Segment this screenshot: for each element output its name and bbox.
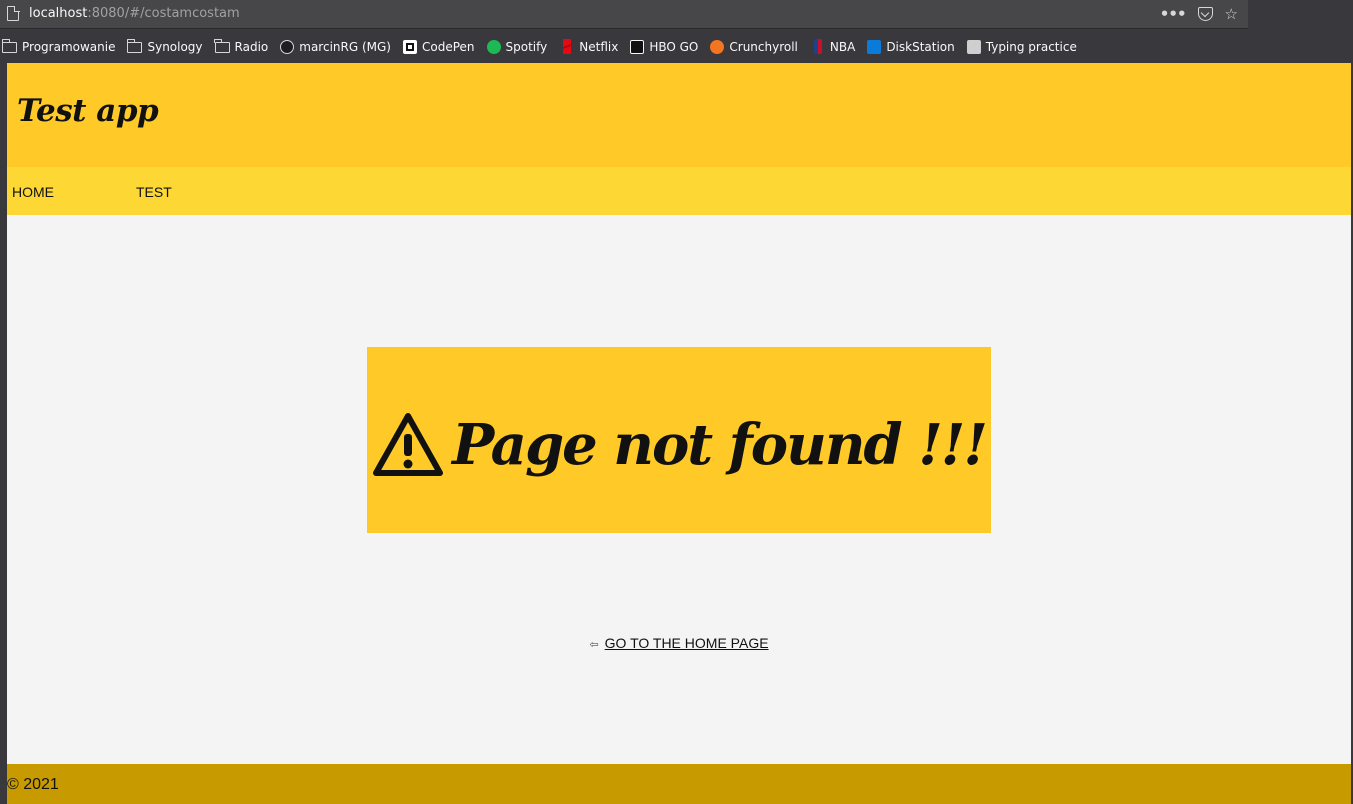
app-footer: © 2021	[7, 764, 1351, 804]
bookmark-github[interactable]: marcinRG (MG)	[280, 35, 397, 59]
back-arrow-icon: ⇦	[589, 639, 599, 651]
bookmark-label: DiskStation	[886, 39, 955, 54]
copyright-text: © 2021	[7, 776, 59, 793]
not-found-message: Page not found !!!	[452, 412, 988, 478]
bookmark-diskstation[interactable]: DiskStation	[867, 35, 960, 59]
folder-icon	[1, 39, 17, 53]
app-nav: HOME TEST	[7, 167, 1351, 215]
nav-link-test[interactable]: TEST	[136, 184, 172, 200]
codepen-icon	[402, 39, 417, 54]
github-icon	[280, 39, 295, 54]
app-page: Test app HOME TEST Page not found !!! ⇦ G…	[7, 63, 1351, 804]
bookmark-label: NBA	[829, 39, 856, 54]
bookmark-label: CodePen	[421, 39, 475, 54]
folder-icon	[127, 39, 143, 53]
app-title: Test app	[17, 93, 159, 129]
not-found-banner: Page not found !!!	[367, 347, 991, 533]
bookmark-label: Typing practice	[985, 39, 1077, 54]
bookmark-label: Crunchyroll	[729, 39, 798, 54]
bookmark-netflix[interactable]: Netflix	[559, 35, 624, 59]
bookmarks-toolbar: Programowanie Synology Radio marcinRG (M…	[0, 30, 1353, 63]
bookmark-crunchyroll[interactable]: Crunchyroll	[710, 35, 804, 59]
crunchyroll-icon	[710, 39, 725, 54]
netflix-icon	[563, 39, 572, 54]
bookmark-label: Spotify	[505, 39, 548, 54]
url-host: localhost	[29, 6, 88, 21]
page-icon	[7, 5, 20, 21]
nav-link-home[interactable]: HOME	[12, 184, 54, 200]
typing-icon	[966, 39, 981, 54]
home-link-row: ⇦ GO TO THE HOME PAGE	[7, 635, 1351, 651]
folder-icon	[214, 39, 230, 53]
pocket-icon[interactable]	[1197, 7, 1213, 21]
bookmark-star-icon[interactable]: ☆	[1225, 4, 1238, 24]
bookmark-label: HBO GO	[649, 39, 699, 54]
bookmark-nba[interactable]: NBA	[810, 35, 861, 59]
bookmark-label: Synology	[147, 39, 203, 54]
browser-toolbar: localhost:8080/#/costamcostam ••• ☆	[0, 0, 1353, 30]
url-actions: ••• ☆	[1160, 4, 1238, 24]
spotify-icon	[486, 39, 501, 54]
diskstation-icon	[867, 39, 882, 54]
bookmark-label: Netflix	[579, 39, 619, 54]
warning-icon	[373, 413, 444, 476]
bookmark-label: Radio	[234, 39, 269, 54]
bookmark-codepen[interactable]: CodePen	[402, 35, 481, 59]
bookmark-folder-programowanie[interactable]: Programowanie	[1, 35, 121, 59]
url-text[interactable]: localhost:8080/#/costamcostam	[29, 6, 240, 21]
url-bar[interactable]: localhost:8080/#/costamcostam ••• ☆	[0, 0, 1248, 29]
bookmark-hbo-go[interactable]: HBO GO	[630, 35, 704, 59]
bookmark-spotify[interactable]: Spotify	[486, 35, 554, 59]
go-home-link[interactable]: GO TO THE HOME PAGE	[605, 635, 769, 651]
url-path: :8080/#/costamcostam	[87, 6, 240, 21]
not-found-content: Page not found !!!	[372, 412, 988, 478]
hbo-go-icon	[630, 39, 645, 54]
nba-icon	[813, 39, 822, 54]
bookmark-label: marcinRG (MG)	[299, 39, 391, 54]
bookmark-typing-practice[interactable]: Typing practice	[966, 35, 1083, 59]
bookmark-label: Programowanie	[22, 39, 116, 54]
bookmark-folder-synology[interactable]: Synology	[127, 35, 208, 59]
bookmark-folder-radio[interactable]: Radio	[214, 35, 275, 59]
app-header: Test app	[7, 63, 1351, 167]
page-actions-icon[interactable]: •••	[1160, 4, 1187, 24]
